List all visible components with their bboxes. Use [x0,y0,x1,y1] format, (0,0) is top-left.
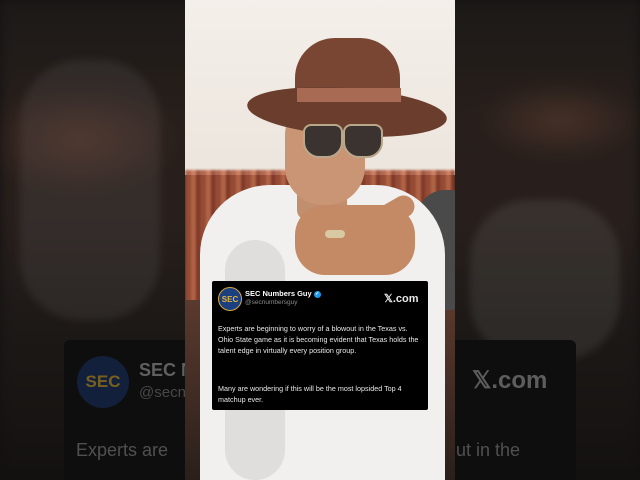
author-name[interactable]: SEC Numbers Guy [245,289,312,298]
sunglasses-right-lens [343,124,383,158]
verified-badge-icon: ✓ [313,290,321,298]
post-paragraph-1: Experts are beginning to worry of a blow… [218,324,419,355]
sunglasses-left-lens [303,124,343,158]
author-handle[interactable]: @secnumbersguy [245,299,297,306]
post-card[interactable]: SEC SEC Numbers Guy ✓ @secnumbersguy 𝕏.co… [212,281,428,410]
sec-logo-avatar[interactable]: SEC [218,287,242,311]
ring [325,230,345,238]
author-name-row[interactable]: SEC Numbers Guy ✓ [245,289,321,298]
hat-band [297,88,401,102]
post-paragraph-2: Many are wondering if this will be the m… [218,384,402,404]
x-logo-source: 𝕏.com [384,293,419,305]
